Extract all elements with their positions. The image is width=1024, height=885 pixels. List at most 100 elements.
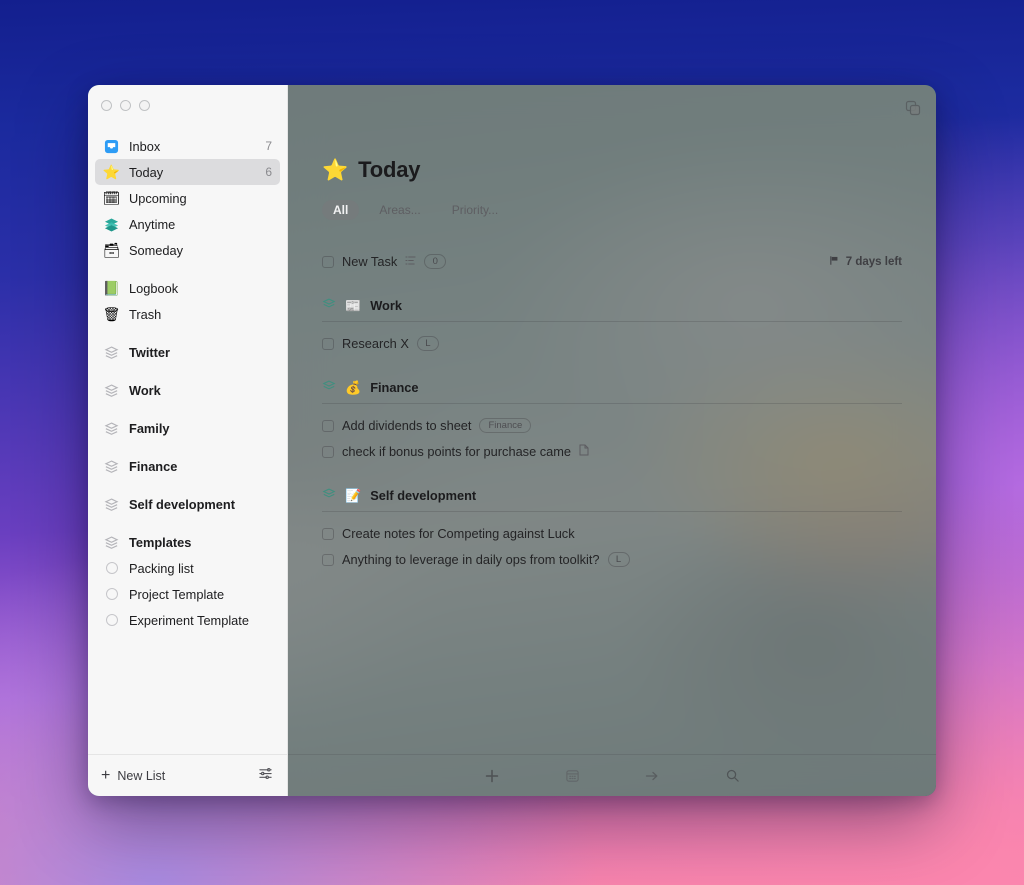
close-button[interactable] [101, 100, 112, 111]
sidebar-item-label: Project Template [129, 587, 272, 602]
page-title: ⭐ Today [322, 157, 902, 183]
task-sections: 📰WorkResearch XL💰FinanceAdd dividends to… [322, 297, 902, 571]
task-label: Anything to leverage in daily ops from t… [342, 552, 600, 567]
sidebar-separator [88, 327, 287, 339]
minimize-button[interactable] [120, 100, 131, 111]
sidebar-separator [88, 479, 287, 491]
archive-icon: 🗃 [103, 242, 120, 259]
filter-chip-areas[interactable]: Areas... [368, 200, 431, 220]
deadline-text: 7 days left [846, 256, 902, 268]
sidebar-separator [88, 403, 287, 415]
calendar-icon[interactable] [563, 767, 581, 785]
sidebar-item-inbox[interactable]: Inbox7 [95, 133, 280, 159]
sidebar-item-work[interactable]: Work [95, 377, 280, 403]
task-checkbox[interactable] [322, 528, 334, 540]
sidebar-item-templates[interactable]: Templates [95, 529, 280, 555]
search-icon[interactable] [723, 767, 741, 785]
sidebar-item-experiment-template[interactable]: Experiment Template [95, 607, 280, 633]
sidebar-item-twitter[interactable]: Twitter [95, 339, 280, 365]
filter-chip-priority[interactable]: Priority... [441, 200, 509, 220]
area-stack-icon [103, 496, 120, 513]
project-circle-icon [103, 560, 120, 577]
section-emoji: 📝 [345, 489, 361, 502]
sidebar-item-label: Today [129, 165, 256, 180]
sidebar-item-label: Trash [129, 307, 272, 322]
filter-bar[interactable]: All Areas... Priority... [322, 200, 902, 220]
sidebar-item-label: Self development [129, 497, 272, 512]
section-header[interactable]: 📝 Self development [322, 487, 902, 511]
sidebar-item-self-development[interactable]: Self development [95, 491, 280, 517]
task-checkbox[interactable] [322, 420, 334, 432]
sidebar-item-label: Packing list [129, 561, 272, 576]
area-stack-icon [103, 420, 120, 437]
sidebar-separator [88, 441, 287, 453]
project-circle-icon [103, 612, 120, 629]
task-badge: L [608, 552, 630, 567]
sidebar-item-logbook[interactable]: 📗Logbook [95, 275, 280, 301]
project-circle-icon [103, 586, 120, 603]
window-duplicate-icon[interactable] [904, 99, 922, 117]
zoom-button[interactable] [139, 100, 150, 111]
task-row[interactable]: New Task 0 [322, 250, 902, 273]
sidebar-item-packing-list[interactable]: Packing list [95, 555, 280, 581]
arrow-right-icon[interactable] [643, 767, 661, 785]
task-checkbox[interactable] [322, 338, 334, 350]
sidebar-item-project-template[interactable]: Project Template [95, 581, 280, 607]
section-title: Self development [370, 488, 476, 503]
desktop-background: Inbox7⭐Today6🗓UpcomingAnytime🗃Someday📗Lo… [0, 0, 1024, 885]
section-emoji: 💰 [345, 381, 361, 394]
sidebar-item-label: Experiment Template [129, 613, 272, 628]
task-checkbox[interactable] [322, 446, 334, 458]
sidebar-item-anytime[interactable]: Anytime [95, 211, 280, 237]
sidebar-list[interactable]: Inbox7⭐Today6🗓UpcomingAnytime🗃Someday📗Lo… [88, 119, 287, 754]
star-icon: ⭐ [103, 164, 120, 181]
note-icon [579, 444, 589, 459]
bottom-toolbar[interactable] [288, 754, 936, 796]
plus-icon[interactable] [483, 767, 501, 785]
new-list-button[interactable]: + New List [101, 768, 165, 784]
task-tag[interactable]: Finance [479, 418, 531, 433]
section-header[interactable]: 📰 Work [322, 297, 902, 321]
sidebar-item-label: Work [129, 383, 272, 398]
task-row[interactable]: Add dividends to sheetFinance [322, 414, 902, 437]
sidebar-item-label: Twitter [129, 345, 272, 360]
star-icon: ⭐ [322, 160, 348, 181]
sidebar-item-trash[interactable]: 🗑 Trash [95, 301, 280, 327]
task-checkbox[interactable] [322, 554, 334, 566]
task-label: Research X [342, 336, 409, 351]
sidebar-item-finance[interactable]: Finance [95, 453, 280, 479]
sidebar-item-someday[interactable]: 🗃 Someday [95, 237, 280, 263]
section-task-list: Add dividends to sheetFinance check if bo… [322, 404, 902, 463]
task-section: 💰FinanceAdd dividends to sheetFinanceche… [322, 379, 902, 463]
task-row[interactable]: check if bonus points for purchase came [322, 440, 902, 463]
task-row[interactable]: Anything to leverage in daily ops from t… [322, 548, 902, 571]
task-row[interactable]: Research XL [322, 332, 902, 355]
sidebar-separator [88, 365, 287, 377]
area-stack-icon [103, 382, 120, 399]
sidebar-item-label: Upcoming [129, 191, 272, 206]
sidebar-item-today[interactable]: ⭐Today6 [95, 159, 280, 185]
area-stack-icon [103, 344, 120, 361]
inbox-icon [103, 138, 120, 155]
section-header[interactable]: 💰Finance [322, 379, 902, 403]
area-stack-icon [103, 534, 120, 551]
new-list-label: New List [117, 769, 165, 783]
section-title: Work [370, 298, 402, 313]
sidebar-item-family[interactable]: Family [95, 415, 280, 441]
area-stack-icon [103, 458, 120, 475]
window-traffic-lights [88, 85, 287, 119]
checklist-icon [405, 254, 416, 269]
logbook-icon: 📗 [103, 280, 120, 297]
trash-icon: 🗑 [103, 306, 120, 323]
sliders-icon[interactable] [258, 766, 273, 786]
filter-chip-all[interactable]: All [322, 200, 359, 220]
sidebar-item-label: Someday [129, 243, 272, 258]
section-task-list: Research XL [322, 322, 902, 355]
task-row[interactable]: Create notes for Competing against Luck [322, 522, 902, 545]
section-emoji: 📰 [345, 299, 361, 312]
sidebar-footer: + New List [88, 754, 287, 796]
sidebar-item-upcoming[interactable]: 🗓Upcoming [95, 185, 280, 211]
sidebar-item-label: Inbox [129, 139, 256, 154]
area-stack-icon [322, 297, 336, 314]
task-checkbox[interactable] [322, 256, 334, 268]
